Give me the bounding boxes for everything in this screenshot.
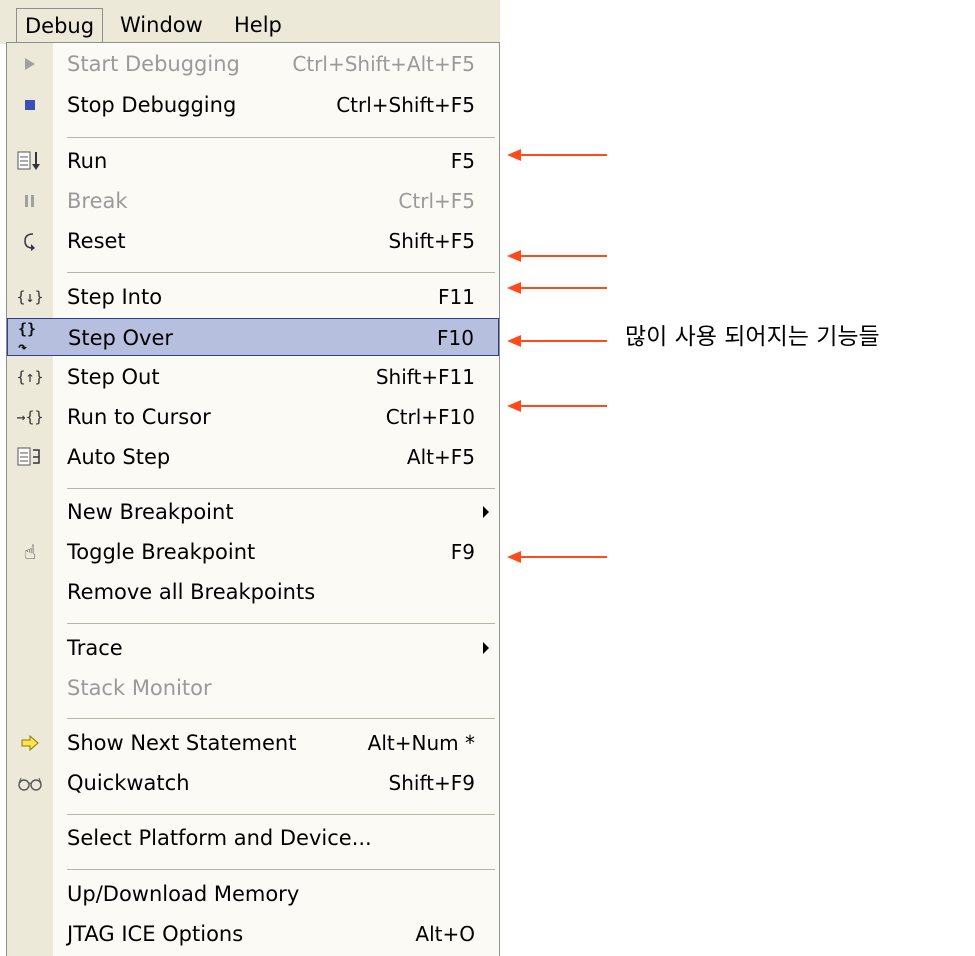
menu-item-label: Select Platform and Device... xyxy=(67,826,372,850)
menu-item-label: Step Over xyxy=(68,326,173,350)
menu-separator xyxy=(67,272,495,273)
glasses-icon xyxy=(17,771,43,795)
submenu-arrow-icon xyxy=(483,642,489,654)
step-into-icon: {↓} xyxy=(16,288,44,306)
menu-item-shortcut: Ctrl+Shift+F5 xyxy=(336,93,475,117)
submenu-arrow-icon xyxy=(483,506,489,518)
hand-icon: ☝ xyxy=(23,540,37,564)
menu-separator xyxy=(67,488,495,489)
menu-item-remove-all-breakpoints[interactable]: Remove all Breakpoints xyxy=(7,573,499,611)
menubar-help-label: Help xyxy=(234,13,282,37)
menu-item-trace[interactable]: Trace xyxy=(7,629,499,667)
menu-item-shortcut: F10 xyxy=(437,326,474,350)
menu-item-label: Break xyxy=(67,189,128,213)
menu-item-label: Show Next Statement xyxy=(67,731,297,755)
menu-item-label: Run xyxy=(67,149,108,173)
menu-item-quickwatch[interactable]: Quickwatch Shift+F9 xyxy=(7,764,499,802)
menu-item-label: New Breakpoint xyxy=(67,500,234,524)
menu-item-shortcut: Alt+Num * xyxy=(367,731,475,755)
menu-item-run-to-cursor[interactable]: →{} Run to Cursor Ctrl+F10 xyxy=(7,398,499,436)
menu-item-show-next-statement[interactable]: Show Next Statement Alt+Num * xyxy=(7,724,499,762)
menu-item-label: Start Debugging xyxy=(67,52,240,76)
menu-item-shortcut: F11 xyxy=(438,285,475,309)
menu-item-shortcut: Ctrl+F10 xyxy=(385,405,475,429)
menu-item-up-download-memory[interactable]: Up/Download Memory xyxy=(7,875,499,913)
menu-item-shortcut: F5 xyxy=(450,149,475,173)
run-icon xyxy=(17,149,43,173)
menubar-debug-label: Debug xyxy=(25,14,95,38)
debug-menu: Start Debugging Ctrl+Shift+Alt+F5 Stop D… xyxy=(6,42,500,956)
menu-item-label: Stack Monitor xyxy=(67,676,212,700)
menu-item-auto-step[interactable]: Auto Step Alt+F5 xyxy=(7,438,499,476)
menubar-window[interactable]: Window xyxy=(112,8,211,42)
menu-item-label: Trace xyxy=(67,636,123,660)
reset-icon xyxy=(17,229,43,253)
menu-item-break[interactable]: Break Ctrl+F5 xyxy=(7,182,499,220)
annotation-arrow xyxy=(507,149,607,161)
menu-bar: Debug Window Help xyxy=(0,0,500,44)
annotation-arrow xyxy=(507,400,607,412)
menu-item-new-breakpoint[interactable]: New Breakpoint xyxy=(7,493,499,531)
menu-item-run[interactable]: Run F5 xyxy=(7,142,499,180)
annotation-arrow xyxy=(507,335,607,347)
menu-separator xyxy=(67,137,495,138)
menu-separator xyxy=(67,718,495,719)
menu-separator xyxy=(67,869,495,870)
auto-step-icon xyxy=(17,445,43,469)
menu-item-label: Remove all Breakpoints xyxy=(67,580,316,604)
menu-item-toggle-breakpoint[interactable]: ☝ Toggle Breakpoint F9 xyxy=(7,533,499,571)
menu-item-label: JTAG ICE Options xyxy=(67,922,244,946)
menu-item-start-debugging[interactable]: Start Debugging Ctrl+Shift+Alt+F5 xyxy=(7,45,499,83)
menu-separator xyxy=(67,623,495,624)
annotation-note: 많이 사용 되어지는 기능들 xyxy=(625,324,880,350)
run-to-cursor-icon: →{} xyxy=(16,408,44,426)
menu-item-shortcut: F9 xyxy=(450,540,475,564)
menu-item-shortcut: Alt+O xyxy=(415,922,475,946)
menu-item-stack-monitor[interactable]: Stack Monitor xyxy=(7,669,499,707)
step-out-icon: {↑} xyxy=(16,368,44,386)
menu-item-step-over[interactable]: {}↷ Step Over F10 xyxy=(7,318,499,356)
yellow-arrow-icon xyxy=(17,731,43,755)
annotation-arrow xyxy=(507,250,607,262)
menu-item-jtag-ice-options[interactable]: JTAG ICE Options Alt+O xyxy=(7,915,499,953)
menu-item-reset[interactable]: Reset Shift+F5 xyxy=(7,222,499,260)
menu-item-label: Quickwatch xyxy=(67,771,190,795)
menu-item-step-into[interactable]: {↓} Step Into F11 xyxy=(7,278,499,316)
menu-item-shortcut: Ctrl+F5 xyxy=(398,189,475,213)
step-over-icon: {}↷ xyxy=(18,320,37,356)
menu-item-label: Auto Step xyxy=(67,445,171,469)
menu-item-shortcut: Alt+F5 xyxy=(406,445,475,469)
menu-item-label: Step Into xyxy=(67,285,163,309)
menu-item-label: Toggle Breakpoint xyxy=(67,540,256,564)
annotation-arrow xyxy=(507,282,607,294)
menu-item-shortcut: Ctrl+Shift+Alt+F5 xyxy=(292,52,475,76)
stop-icon xyxy=(17,93,43,117)
menubar-window-label: Window xyxy=(120,13,203,37)
menu-item-label: Run to Cursor xyxy=(67,405,211,429)
menu-item-shortcut: Shift+F5 xyxy=(388,229,475,253)
menubar-help[interactable]: Help xyxy=(226,8,290,42)
menu-item-label: Step Out xyxy=(67,365,160,389)
menu-item-step-out[interactable]: {↑} Step Out Shift+F11 xyxy=(7,358,499,396)
menu-item-label: Reset xyxy=(67,229,126,253)
menu-item-stop-debugging[interactable]: Stop Debugging Ctrl+Shift+F5 xyxy=(7,86,499,124)
menu-separator xyxy=(67,814,495,815)
menubar-debug[interactable]: Debug xyxy=(16,8,104,42)
menu-item-shortcut: Shift+F11 xyxy=(375,365,475,389)
pause-icon xyxy=(17,189,43,213)
play-icon xyxy=(17,52,43,76)
menu-item-select-platform[interactable]: Select Platform and Device... xyxy=(7,819,499,857)
menu-item-label: Stop Debugging xyxy=(67,93,237,117)
menu-item-label: Up/Download Memory xyxy=(67,882,300,906)
menu-item-shortcut: Shift+F9 xyxy=(388,771,475,795)
annotation-arrow xyxy=(507,551,607,563)
